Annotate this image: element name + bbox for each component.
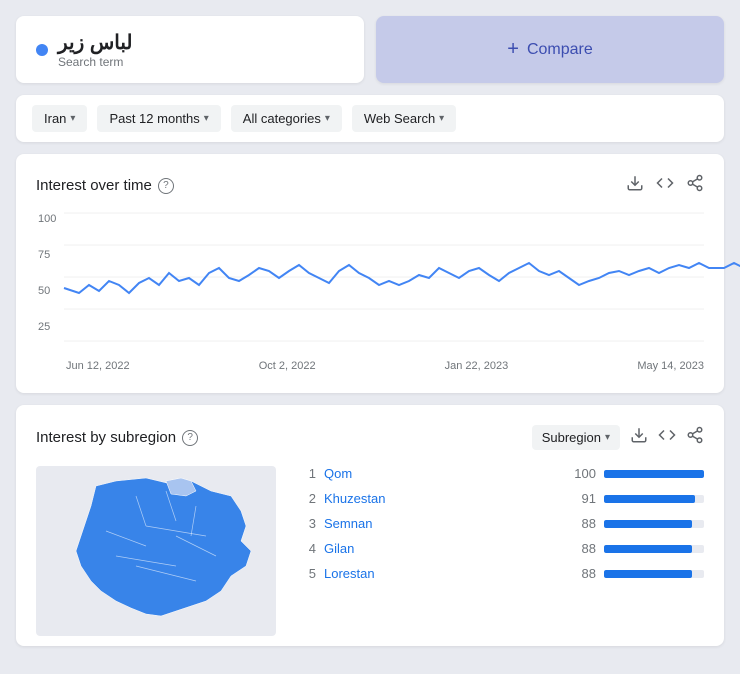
search-term-label: Search term	[58, 55, 132, 69]
chevron-down-icon: ▾	[70, 113, 75, 124]
rank-bar-container	[604, 570, 704, 578]
help-icon[interactable]: ?	[158, 178, 174, 194]
rank-region-name[interactable]: Semnan	[324, 516, 560, 531]
rank-region-name[interactable]: Gilan	[324, 541, 560, 556]
subregion-help-icon[interactable]: ?	[182, 430, 198, 446]
ranking-item: 2 Khuzestan 91	[300, 491, 704, 506]
subregion-filter: Subregion ▾	[532, 425, 704, 450]
search-term-info: لباس زیر Search term	[58, 30, 132, 69]
subregion-download-icon[interactable]	[630, 426, 648, 449]
rank-number: 1	[300, 466, 316, 481]
filter-region[interactable]: Iran ▾	[32, 105, 87, 132]
subregion-dropdown[interactable]: Subregion ▾	[532, 425, 620, 450]
card-header: Interest over time ?	[36, 174, 704, 197]
chevron-down-icon: ▾	[204, 113, 209, 124]
y-label-75: 75	[38, 249, 56, 261]
rank-region-name[interactable]: Lorestan	[324, 566, 560, 581]
rank-number: 3	[300, 516, 316, 531]
embed-icon[interactable]	[656, 174, 674, 197]
compare-plus-icon: +	[507, 38, 519, 61]
rank-bar-container	[604, 470, 704, 478]
x-axis-labels: Jun 12, 2022 Oct 2, 2022 Jan 22, 2023 Ma…	[36, 360, 704, 372]
filter-type[interactable]: Web Search ▾	[352, 105, 456, 132]
ranking-item: 4 Gilan 88	[300, 541, 704, 556]
filter-type-label: Web Search	[364, 111, 435, 126]
search-term-card: لباس زیر Search term	[16, 16, 364, 83]
rank-region-name[interactable]: Khuzestan	[324, 491, 560, 506]
rank-bar-container	[604, 520, 704, 528]
rank-bar	[604, 570, 692, 578]
subregion-card-header: Interest by subregion ? Subregion ▾	[36, 425, 704, 450]
share-icon[interactable]	[686, 174, 704, 197]
interest-by-subregion-title: Interest by subregion	[36, 429, 176, 446]
rank-number: 5	[300, 566, 316, 581]
card-actions	[626, 174, 704, 197]
rank-score: 88	[568, 516, 596, 531]
rank-number: 4	[300, 541, 316, 556]
chevron-down-icon: ▾	[605, 432, 610, 443]
subregion-dropdown-label: Subregion	[542, 430, 601, 445]
rank-bar	[604, 520, 692, 528]
interest-over-time-card: Interest over time ? 100 75 50 25	[16, 154, 724, 393]
filter-time[interactable]: Past 12 months ▾	[97, 105, 220, 132]
rank-number: 2	[300, 491, 316, 506]
rank-score: 100	[568, 466, 596, 481]
filter-time-label: Past 12 months	[109, 111, 199, 126]
compare-label: Compare	[527, 41, 593, 59]
rank-bar	[604, 495, 695, 503]
top-row: لباس زیر Search term + Compare	[16, 16, 724, 83]
download-icon[interactable]	[626, 174, 644, 197]
chevron-down-icon: ▾	[325, 113, 330, 124]
rank-bar	[604, 470, 704, 478]
subregion-title: Interest by subregion ?	[36, 429, 198, 446]
interest-by-subregion-card: Interest by subregion ? Subregion ▾	[16, 405, 724, 646]
rankings-list: 1 Qom 100 2 Khuzestan 91 3 Semnan 88	[300, 466, 704, 626]
ranking-item: 3 Semnan 88	[300, 516, 704, 531]
ranking-item: 1 Qom 100	[300, 466, 704, 481]
chart-area: 100 75 50 25 Jun 12, 2022 Oct 2, 2022 Ja…	[36, 213, 704, 373]
iran-map-svg	[36, 466, 276, 636]
rank-score: 88	[568, 566, 596, 581]
filter-bar: Iran ▾ Past 12 months ▾ All categories ▾…	[16, 95, 724, 142]
chevron-down-icon: ▾	[439, 113, 444, 124]
subregion-share-icon[interactable]	[686, 426, 704, 449]
x-label-2: Oct 2, 2022	[259, 360, 316, 372]
filter-region-label: Iran	[44, 111, 66, 126]
x-label-1: Jun 12, 2022	[66, 360, 130, 372]
rank-bar	[604, 545, 692, 553]
interest-over-time-title: Interest over time	[36, 177, 152, 194]
x-label-4: May 14, 2023	[637, 360, 704, 372]
iran-map	[36, 466, 276, 626]
ranking-item: 5 Lorestan 88	[300, 566, 704, 581]
rank-region-name[interactable]: Qom	[324, 466, 560, 481]
y-label-25: 25	[38, 321, 56, 333]
search-term-dot	[36, 44, 48, 56]
x-label-3: Jan 22, 2023	[445, 360, 509, 372]
y-label-100: 100	[38, 213, 56, 225]
rank-score: 88	[568, 541, 596, 556]
search-term-text: لباس زیر	[58, 30, 132, 55]
rank-score: 91	[568, 491, 596, 506]
filter-category-label: All categories	[243, 111, 321, 126]
y-label-50: 50	[38, 285, 56, 297]
subregion-content: 1 Qom 100 2 Khuzestan 91 3 Semnan 88	[36, 466, 704, 626]
card-title: Interest over time ?	[36, 177, 174, 194]
rank-bar-container	[604, 545, 704, 553]
line-chart	[64, 213, 704, 353]
filter-category[interactable]: All categories ▾	[231, 105, 342, 132]
y-axis-labels: 100 75 50 25	[36, 213, 56, 333]
compare-card[interactable]: + Compare	[376, 16, 724, 83]
subregion-embed-icon[interactable]	[658, 426, 676, 449]
rank-bar-container	[604, 495, 704, 503]
